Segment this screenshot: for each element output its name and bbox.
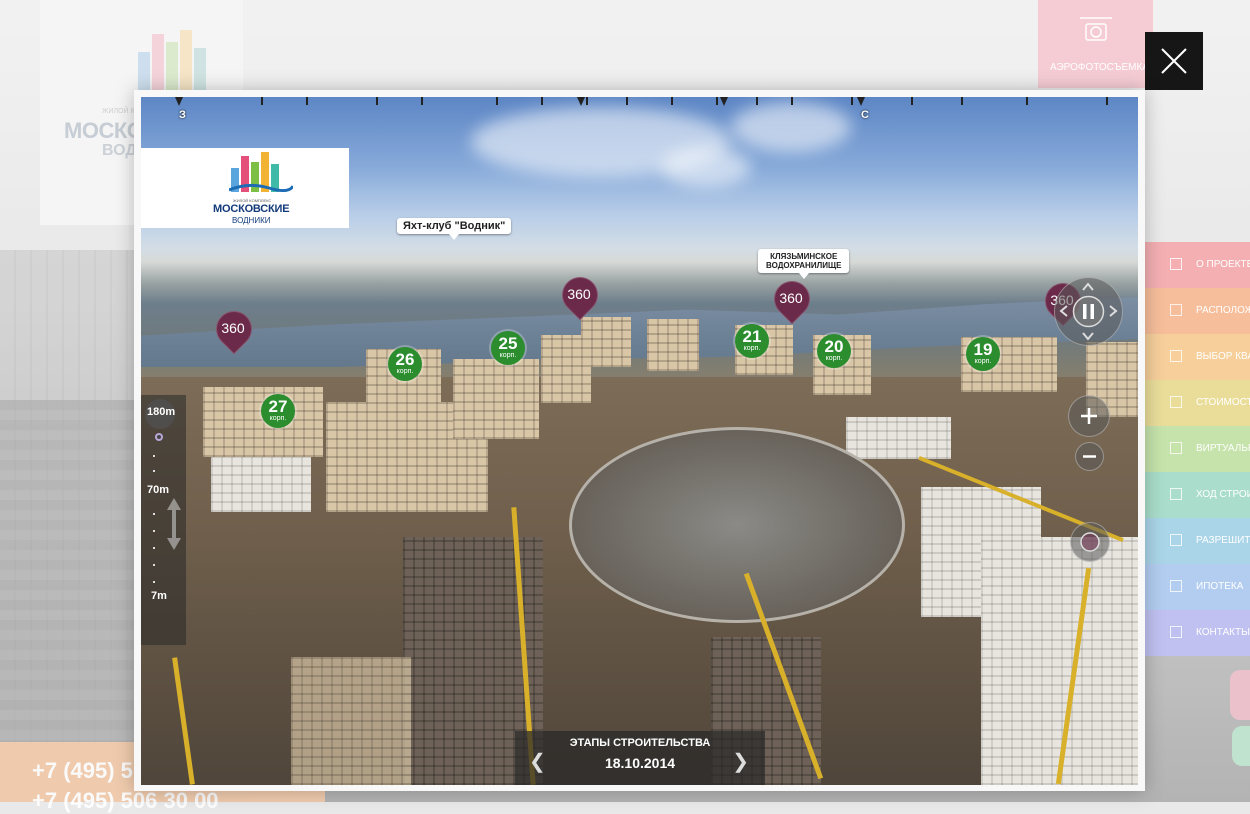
scale-dot [153, 530, 155, 532]
close-button[interactable] [1145, 32, 1203, 90]
yacht-club-callout[interactable]: Яхт-клуб "Водник" [397, 218, 512, 240]
compass-marker-icon [175, 97, 183, 106]
building-suffix: корп. [269, 415, 287, 422]
scale-dot [153, 455, 155, 457]
building [981, 537, 1138, 785]
building-suffix: корп. [743, 345, 761, 352]
building-marker-27[interactable]: 27 корп. [261, 394, 295, 428]
pan-arrows-icon [1059, 282, 1118, 341]
stage-date: 18.10.2014 [604, 755, 676, 771]
panorama-360-marker[interactable]: 360 [554, 269, 606, 321]
panorama-viewer[interactable]: З С ЖИЛОЙ КОМПЛЕКС МОСКОВСКИЕ ВОДНИКИ Ях… [141, 97, 1138, 785]
reservoir-callout-line1: КЛЯЗЬМИНСКОЕ [770, 252, 838, 261]
building-suffix: корп. [499, 352, 517, 359]
compass-tick [911, 97, 913, 105]
complex-logo-title: МОСКОВСКИЕ [213, 203, 290, 215]
panorama-360-label: 360 [779, 290, 803, 306]
reservoir-callout-line2: ВОДОХРАНИЛИЩЕ [766, 261, 842, 270]
next-date-button[interactable]: ❯ [732, 749, 749, 774]
building-suffix: корп. [974, 358, 992, 365]
building-number: 26 [395, 350, 415, 369]
zoom-in-button[interactable] [1068, 395, 1110, 437]
compass-tick [851, 97, 853, 105]
stage-title: ЭТАПЫ СТРОИТЕЛЬСТВА [569, 737, 711, 749]
building-suffix: корп. [396, 368, 414, 375]
logo-bars-icon [229, 152, 293, 193]
building-marker-21[interactable]: 21 корп. [735, 324, 769, 358]
building-marker-19[interactable]: 19 корп. [966, 337, 1000, 371]
building-marker-26[interactable]: 26 корп. [388, 347, 422, 381]
scale-dot [153, 513, 155, 515]
panorama-360-label: 360 [567, 286, 591, 302]
compass-tick [716, 97, 718, 105]
fullscreen-button[interactable] [1070, 522, 1110, 562]
compass-tick [586, 97, 588, 105]
compass-tick [791, 97, 793, 105]
compass-tick [496, 97, 498, 105]
minus-icon [1083, 455, 1096, 458]
close-icon [1161, 48, 1187, 74]
compass-north-label: С [861, 109, 869, 121]
building-number: 21 [742, 327, 762, 346]
pan-control[interactable] [1054, 277, 1123, 346]
compass-tick [376, 97, 378, 105]
altitude-bottom-label: 7m [151, 590, 167, 602]
altitude-mid-label: 70m [147, 484, 170, 496]
altitude-top-label: 180m [147, 406, 176, 418]
scale-dot [153, 470, 155, 472]
building-marker-25[interactable]: 25 корп. [491, 331, 525, 365]
panorama-360-label: 360 [221, 320, 245, 336]
panorama-360-marker[interactable]: 360 [208, 303, 260, 355]
building [453, 359, 539, 439]
compass-tick [961, 97, 963, 105]
compass-tick [541, 97, 543, 105]
drone-icon [155, 433, 163, 441]
complex-logo-subtitle: ВОДНИКИ [232, 216, 271, 225]
compass-tick [626, 97, 628, 105]
scale-dot [153, 581, 155, 583]
building-number: 27 [268, 397, 288, 416]
building-number: 20 [824, 337, 844, 356]
building [647, 319, 699, 371]
compass-tick [306, 97, 308, 105]
building-marker-20[interactable]: 20 корп. [817, 334, 851, 368]
scale-dot [153, 564, 155, 566]
compass-marker-icon [857, 97, 865, 106]
compass-tick [261, 97, 263, 105]
building [581, 317, 631, 367]
building [291, 657, 411, 785]
building [211, 457, 311, 512]
construction-pit [569, 427, 905, 623]
scale-dot [153, 547, 155, 549]
compass-marker-icon [720, 97, 728, 106]
cloud [661, 147, 751, 187]
compass-west-label: З [179, 109, 186, 121]
reservoir-callout[interactable]: КЛЯЗЬМИНСКОЕ ВОДОХРАНИЛИЩЕ [758, 249, 850, 279]
compass-tick [756, 97, 758, 105]
compass-tick [421, 97, 423, 105]
plus-icon [1081, 408, 1097, 424]
panorama-360-marker[interactable]: 360 [766, 273, 818, 325]
building [846, 417, 951, 459]
building-suffix: корп. [825, 355, 843, 362]
altitude-slider[interactable]: 180m 70m 7m [141, 395, 186, 645]
fullscreen-icon [1080, 532, 1100, 552]
building-number: 25 [498, 334, 518, 353]
zoom-out-button[interactable] [1075, 442, 1104, 471]
compass-ruler: З С [141, 97, 1138, 125]
compass-marker-icon [577, 97, 585, 106]
building-number: 19 [973, 340, 993, 359]
compass-tick [1026, 97, 1028, 105]
complex-logo: ЖИЛОЙ КОМПЛЕКС МОСКОВСКИЕ ВОДНИКИ [141, 148, 349, 228]
construction-stage-bar: ❮ ЭТАПЫ СТРОИТЕЛЬСТВА 18.10.2014 ❯ [515, 731, 765, 785]
up-down-arrow-icon [167, 498, 181, 550]
compass-tick [1106, 97, 1108, 105]
compass-tick [671, 97, 673, 105]
